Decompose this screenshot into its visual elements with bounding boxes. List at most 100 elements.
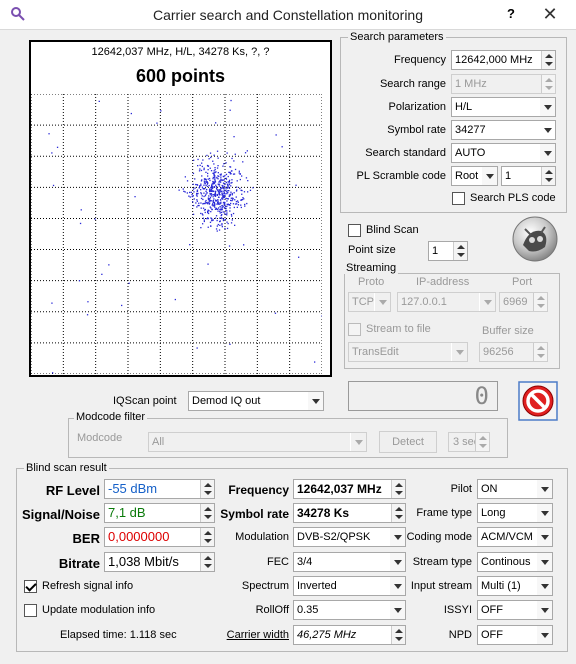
modcode-select[interactable]: All: [148, 432, 367, 452]
constellation-point: [202, 159, 204, 161]
stream-destination-select[interactable]: TransEdit: [348, 342, 468, 362]
constellation-point: [252, 187, 254, 189]
buffer-size-spinner[interactable]: [533, 343, 547, 361]
constellation-point: [217, 189, 219, 192]
constellation-point: [98, 100, 100, 102]
frequency-spinner[interactable]: [541, 51, 555, 69]
iqscan-point-select[interactable]: Demod IQ out: [188, 391, 324, 411]
update-modulation-info-checkbox[interactable]: [24, 604, 37, 617]
search-standard-select[interactable]: AUTO: [451, 143, 556, 163]
ip-address-select[interactable]: 127.0.0.1: [397, 292, 496, 312]
buffer-size-input[interactable]: 96256: [479, 342, 548, 362]
constellation-point: [201, 195, 203, 197]
constellation-point: [231, 170, 233, 172]
constellation-point: [219, 205, 221, 208]
issyi-select[interactable]: OFF: [477, 600, 553, 620]
spectrum-value: Inverted: [297, 580, 337, 592]
frame-type-value: Long: [481, 507, 506, 519]
rolloff-select[interactable]: 0.35: [293, 600, 406, 620]
constellation-point: [206, 218, 208, 220]
polarization-select[interactable]: H/L: [451, 97, 556, 117]
pl-scramble-value-input[interactable]: 1: [501, 166, 556, 186]
modulation-select[interactable]: DVB-S2/QPSK: [293, 527, 406, 547]
search-range-spinner[interactable]: [541, 75, 555, 93]
constellation-point: [234, 153, 236, 155]
constellation-point: [281, 146, 283, 148]
constellation-point: [200, 192, 202, 194]
constellation-point: [87, 301, 89, 303]
stream-to-file-checkbox[interactable]: [348, 323, 361, 336]
constellation-point: [197, 158, 199, 161]
constellation-point: [227, 222, 229, 225]
window-title: Carrier search and Constellation monitor…: [152, 7, 424, 23]
constellation-point: [197, 192, 199, 195]
constellation-point: [217, 201, 219, 204]
detect-seconds-spinner[interactable]: [475, 433, 489, 451]
search-pls-checkbox[interactable]: [452, 192, 465, 205]
constellation-point: [235, 201, 238, 203]
constellation-point: [220, 201, 222, 203]
constellation-point: [216, 225, 218, 227]
constellation-point: [246, 150, 248, 152]
constellation-point: [206, 185, 209, 188]
constellation-point: [192, 172, 195, 175]
frequency-input[interactable]: 12642,000 MHz: [451, 50, 556, 70]
constellation-point: [226, 152, 228, 154]
spectrum-select[interactable]: Inverted: [293, 576, 406, 596]
symbol-rate-select[interactable]: 34277: [451, 120, 556, 140]
constellation-point: [214, 171, 216, 174]
constellation-point: [198, 187, 200, 189]
constellation-point: [206, 154, 208, 157]
search-range-input[interactable]: 1 MHz: [451, 74, 556, 94]
npd-select[interactable]: OFF: [477, 625, 553, 645]
constellation-point: [221, 207, 223, 209]
points-count: 600 points: [135, 66, 226, 86]
frame-type-select[interactable]: Long: [477, 503, 553, 523]
constellation-point: [215, 228, 218, 230]
pl-scramble-spinner[interactable]: [541, 167, 555, 185]
constellation-point: [213, 186, 216, 188]
detect-seconds-input[interactable]: 3 sec: [448, 432, 490, 452]
carrier-width-link[interactable]: Carrier width: [210, 629, 289, 641]
help-button[interactable]: ?: [498, 4, 524, 24]
constellation-point: [226, 205, 228, 207]
constellation-point: [244, 205, 246, 207]
constellation-point: [210, 190, 212, 193]
port-spinner[interactable]: [533, 293, 547, 311]
refresh-signal-info-checkbox[interactable]: [24, 580, 37, 593]
input-stream-select[interactable]: Multi (1): [477, 576, 553, 596]
point-size-spinner[interactable]: [453, 242, 467, 260]
coding-mode-select[interactable]: ACM/VCM: [477, 527, 553, 547]
detect-button[interactable]: Detect: [379, 431, 437, 453]
constellation-point: [196, 200, 198, 202]
constellation-point: [213, 205, 215, 207]
constellation-point: [221, 226, 223, 228]
satellite-logo-icon[interactable]: [511, 215, 559, 263]
pl-scramble-label: PL Scramble code: [356, 170, 446, 182]
constellation-point: [226, 210, 228, 212]
constellation-point: [222, 211, 224, 213]
constellation-point: [205, 193, 207, 195]
iqscan-point-label: IQScan point: [113, 395, 177, 407]
point-size-input[interactable]: 1: [428, 241, 468, 261]
constellation-point: [217, 200, 219, 202]
constellation-point: [234, 224, 236, 226]
constellation-point: [219, 224, 221, 226]
pl-scramble-mode-select[interactable]: Root: [451, 166, 498, 186]
proto-select[interactable]: TCP: [348, 292, 391, 312]
close-button[interactable]: ✕: [528, 3, 572, 25]
stop-icon[interactable]: [518, 381, 558, 421]
stream-type-select[interactable]: Continous: [477, 552, 553, 572]
chevron-down-icon: [536, 577, 552, 595]
constellation-point: [226, 227, 229, 230]
constellation-point: [241, 175, 243, 177]
constellation-point: [242, 197, 244, 199]
pilot-select[interactable]: ON: [477, 479, 553, 499]
port-input[interactable]: 6969: [499, 292, 548, 312]
constellation-point: [208, 189, 211, 191]
blind-scan-checkbox[interactable]: [348, 224, 361, 237]
issyi-label: ISSYI: [443, 604, 472, 616]
fec-select[interactable]: 3/4: [293, 552, 406, 572]
coding-mode-label: Coding mode: [406, 531, 472, 543]
symbol-rate-label: Symbol rate: [387, 124, 446, 136]
